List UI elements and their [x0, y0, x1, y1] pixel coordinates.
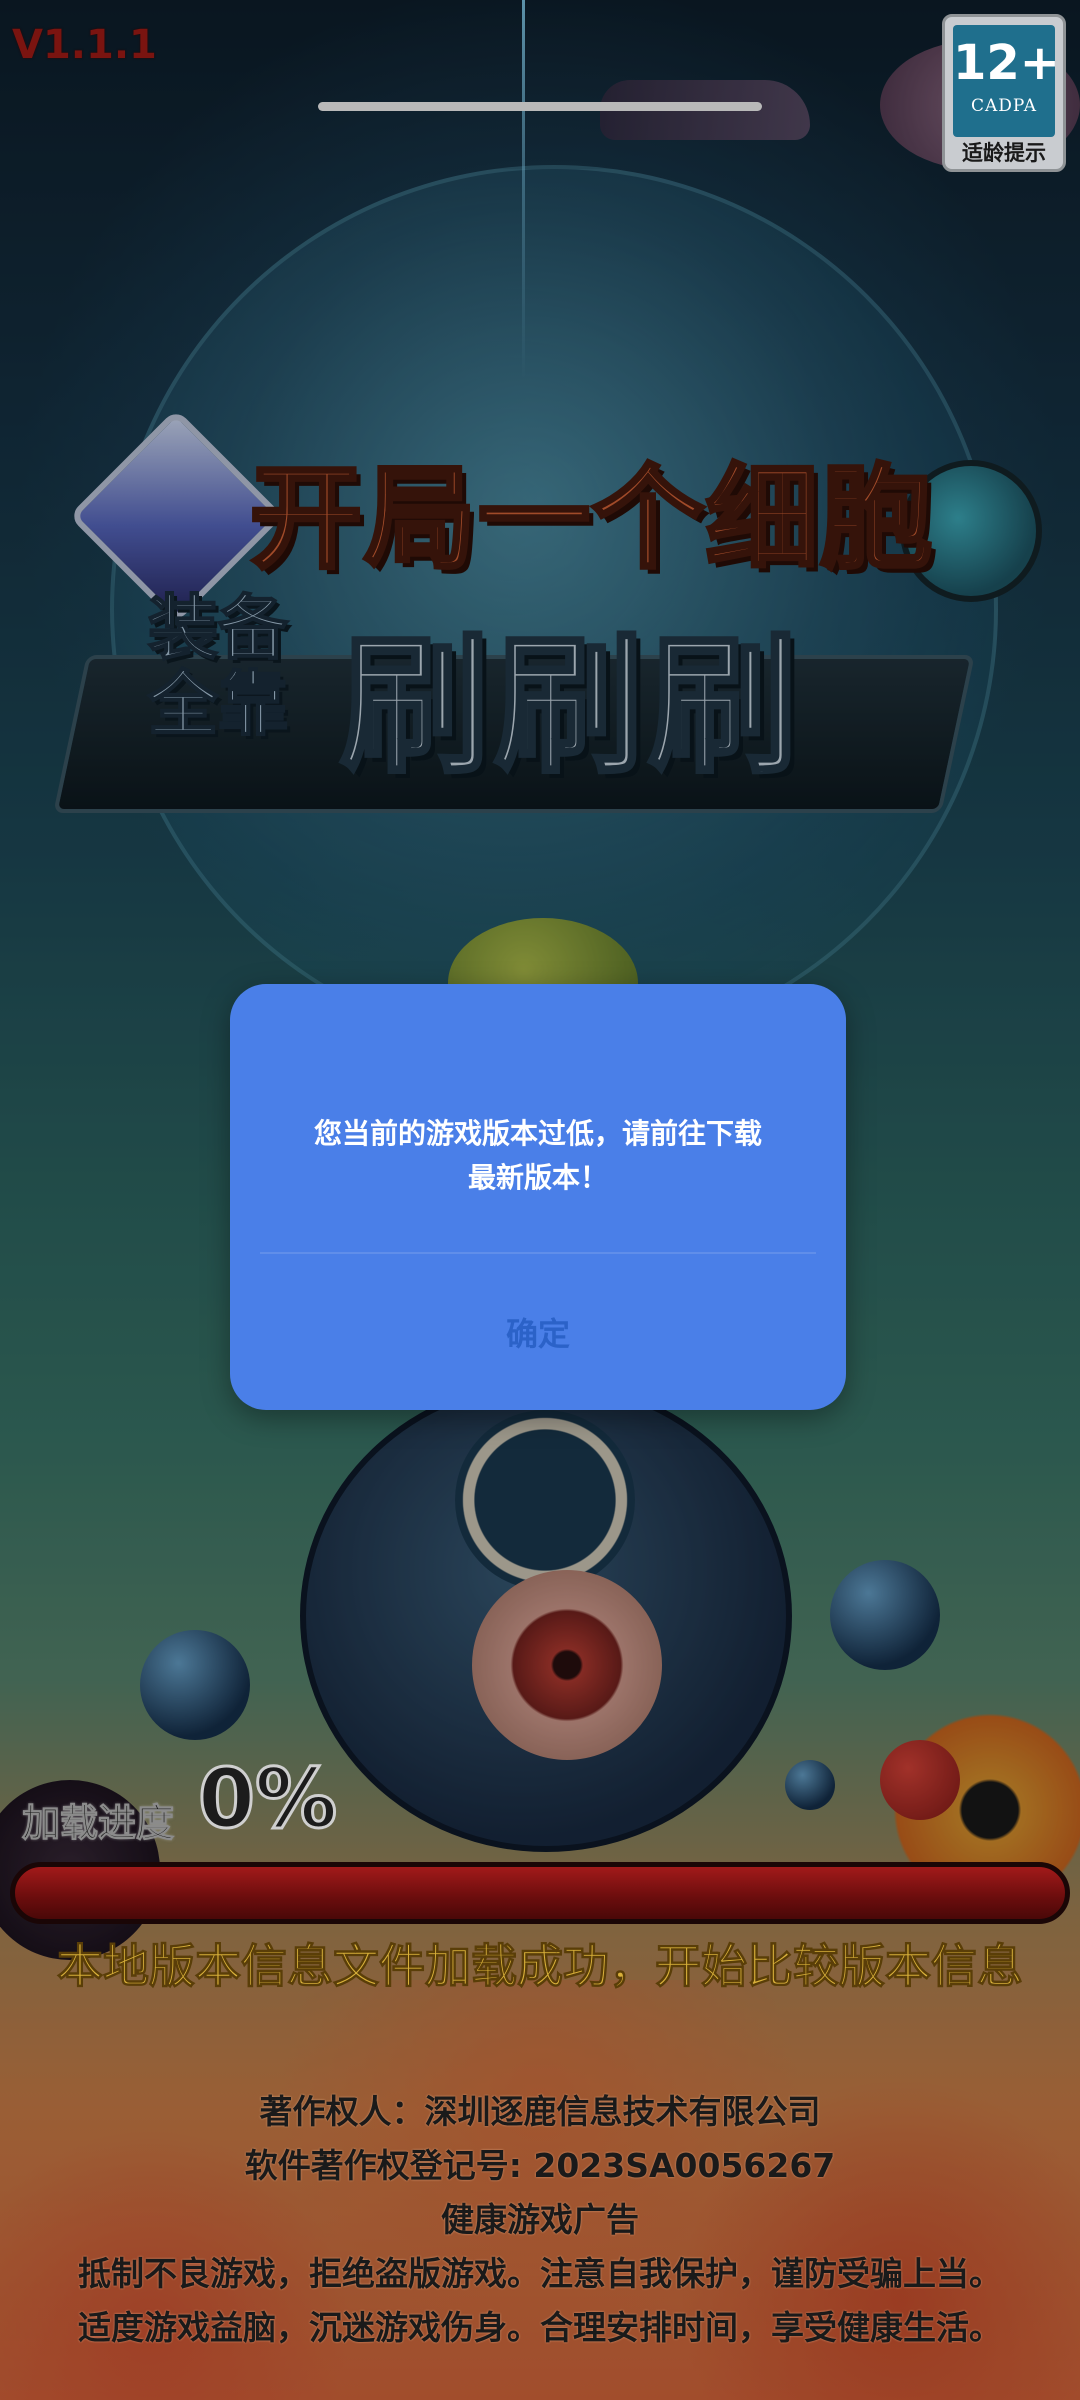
age-rating-number: 12+: [953, 35, 1061, 91]
game-loading-screen: 开局一个细胞 装备 全靠 刷刷刷 V1.1.1 12+ CADPA 适龄提示 您…: [0, 0, 1080, 2400]
age-rating-panel: 12+ CADPA: [953, 25, 1061, 137]
health-notice-title: 健康游戏广告: [441, 2200, 639, 2239]
top-handle-bar: [318, 102, 762, 111]
confirm-button[interactable]: 确定: [230, 1272, 846, 1392]
dialog-message-line1: 您当前的游戏版本过低，请前往下载: [313, 1117, 762, 1150]
dialog-divider: [260, 1252, 816, 1254]
age-rating-badge[interactable]: 12+ CADPA 适龄提示: [942, 14, 1066, 172]
version-update-dialog: 您当前的游戏版本过低，请前往下载 最新版本！ 确定: [230, 984, 846, 1410]
software-registration: 软件著作权登记号: 2023SA0056267: [244, 2146, 836, 2185]
copyright-owner: 著作权人：深圳逐鹿信息技术有限公司: [259, 2092, 821, 2131]
dialog-message: 您当前的游戏版本过低，请前往下载 最新版本！: [290, 1112, 786, 1200]
loading-status-text: 本地版本信息文件加载成功，开始比较版本信息: [57, 1939, 1024, 1994]
loading-percent: 0%: [196, 1751, 338, 1849]
loading-label: 加载进度: [21, 1801, 175, 1846]
loading-progress-bar: [10, 1862, 1070, 1924]
health-notice-line1: 抵制不良游戏，拒绝盗版游戏。注意自我保护，谨防受骗上当。: [78, 2254, 1002, 2293]
health-notice-line2: 适度游戏益脑，沉迷游戏伤身。合理安排时间，享受健康生活。: [78, 2308, 1002, 2347]
age-rating-caption: 适龄提示: [962, 141, 1046, 165]
dialog-message-line2: 最新版本！: [467, 1161, 608, 1194]
version-label: V1.1.1: [12, 22, 157, 68]
footer-notice: 著作权人：深圳逐鹿信息技术有限公司 软件著作权登记号: 2023SA005626…: [0, 2085, 1080, 2355]
age-rating-org: CADPA: [970, 96, 1038, 116]
